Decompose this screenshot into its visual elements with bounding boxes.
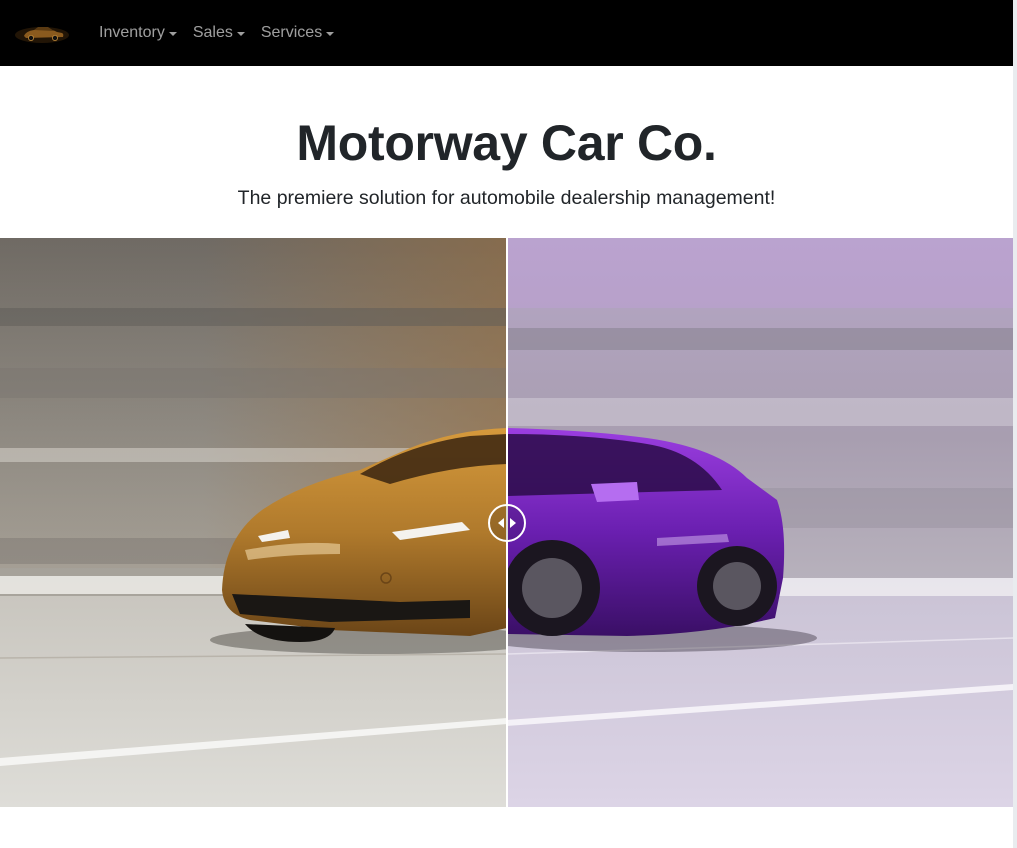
page-subtitle: The premiere solution for automobile dea… xyxy=(237,187,776,209)
arrow-right-icon xyxy=(510,518,516,528)
chevron-down-icon xyxy=(236,31,245,36)
slider-handle[interactable] xyxy=(488,504,526,542)
car-logo-icon xyxy=(15,27,69,43)
chevron-down-icon xyxy=(168,31,177,36)
nav-label-services: Services xyxy=(260,24,323,41)
before-image xyxy=(0,238,507,807)
nav-dropdown-inventory[interactable]: Inventory xyxy=(99,24,177,42)
nav-label-inventory: Inventory xyxy=(99,24,165,41)
nav-dropdown-services[interactable]: Services xyxy=(260,24,335,42)
nav-label-sales: Sales xyxy=(192,24,233,41)
after-image xyxy=(507,238,1013,807)
hero-section: Motorway Car Co. The premiere solution f… xyxy=(0,66,1013,238)
nav-dropdown-sales[interactable]: Sales xyxy=(193,24,245,42)
top-navbar: Inventory Sales Services xyxy=(0,0,1013,66)
page-scrollbar[interactable] xyxy=(1013,0,1017,848)
arrow-left-icon xyxy=(498,518,504,528)
chevron-down-icon xyxy=(326,31,335,36)
image-comparison-slider[interactable] xyxy=(0,238,1013,807)
page-title: Motorway Car Co. xyxy=(296,115,717,171)
brand-logo[interactable] xyxy=(14,22,70,44)
